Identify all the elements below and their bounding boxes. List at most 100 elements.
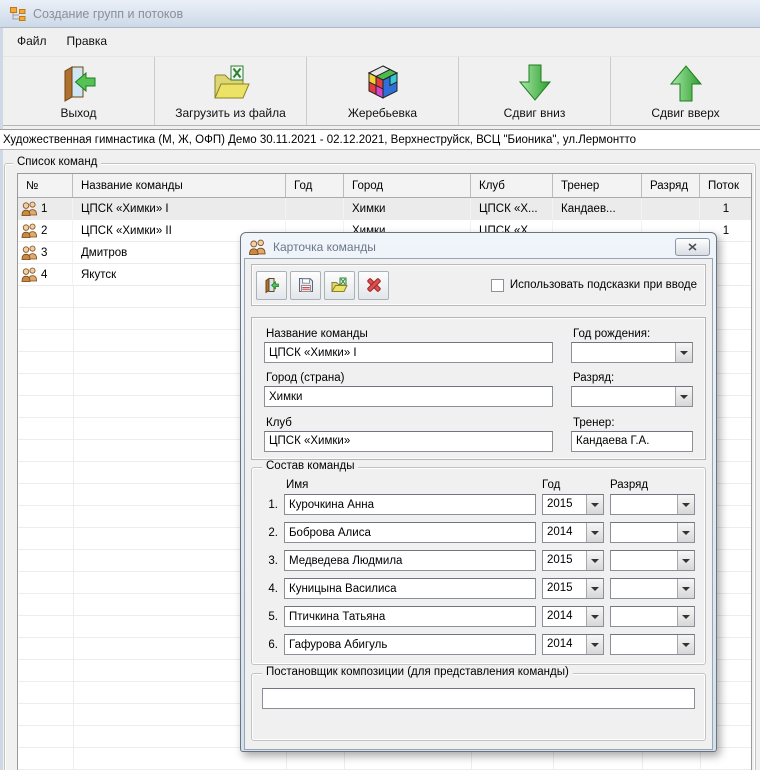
member-row: 2. 2014 [262, 521, 695, 544]
dropdown-button[interactable] [675, 387, 692, 406]
col-header-year[interactable]: Год [286, 174, 344, 197]
dialog-load-button[interactable] [324, 271, 355, 300]
window-titlebar: Создание групп и потоков [0, 0, 760, 28]
arrow-down-icon [517, 63, 553, 103]
dialog-close-button[interactable] [675, 238, 710, 256]
roster-year-header: Год [542, 479, 604, 491]
member-rank-select[interactable] [610, 606, 695, 627]
dialog-save-button[interactable] [290, 271, 321, 300]
teams-groupbox-label: Список команд [13, 156, 101, 168]
choreographer-field[interactable] [262, 688, 695, 709]
chevron-down-icon [682, 531, 690, 535]
load-from-file-button[interactable]: Загрузить из файла [155, 57, 307, 125]
member-rank-select[interactable] [610, 494, 695, 515]
col-header-num[interactable]: № [18, 174, 73, 197]
team-city: Химки [344, 198, 471, 219]
member-year-value: 2014 [543, 607, 586, 626]
dropdown-button[interactable] [677, 579, 694, 598]
dialog-body: Использовать подсказки при вводе Названи… [244, 258, 713, 750]
member-name-field[interactable] [284, 578, 536, 599]
club-label: Клуб [264, 415, 553, 431]
birth-year-select[interactable] [571, 342, 693, 363]
team-people-icon [21, 245, 38, 260]
col-header-coach[interactable]: Тренер [553, 174, 642, 197]
dropdown-button[interactable] [586, 551, 603, 570]
dialog-titlebar: Карточка команды [244, 236, 713, 258]
dropdown-button[interactable] [677, 607, 694, 626]
dropdown-button[interactable] [586, 495, 603, 514]
col-header-rank[interactable]: Разряд [642, 174, 700, 197]
dropdown-button[interactable] [677, 495, 694, 514]
member-year-select[interactable]: 2014 [542, 522, 604, 543]
member-rank-value [611, 495, 677, 514]
member-name-field[interactable] [284, 550, 536, 571]
city-label: Город (страна) [264, 370, 553, 386]
member-year-select[interactable]: 2015 [542, 494, 604, 515]
delete-x-icon [366, 277, 382, 293]
draw-lots-button[interactable]: Жеребьевка [307, 57, 459, 125]
col-header-flow[interactable]: Поток [700, 174, 753, 197]
team-row[interactable]: 1 ЦПСК «Химки» I Химки ЦПСК «Х... Кандае… [18, 198, 751, 220]
member-rank-select[interactable] [610, 578, 695, 599]
dialog-delete-button[interactable] [358, 271, 389, 300]
load-file-icon [211, 63, 251, 103]
member-row: 3. 2015 [262, 549, 695, 572]
shift-up-button[interactable]: Сдвиг вверх [611, 57, 760, 125]
city-field[interactable] [264, 386, 553, 407]
menu-edit[interactable]: Правка [57, 30, 118, 52]
member-name-field[interactable] [284, 522, 536, 543]
team-year [286, 198, 344, 219]
col-header-city[interactable]: Город [344, 174, 471, 197]
dropdown-button[interactable] [675, 343, 692, 362]
roster-name-header: Имя [284, 479, 536, 491]
member-year-value: 2015 [543, 551, 586, 570]
dropdown-button[interactable] [677, 551, 694, 570]
shift-down-button[interactable]: Сдвиг вниз [459, 57, 611, 125]
team-card-dialog: Карточка команды [240, 232, 717, 752]
dropdown-button[interactable] [586, 635, 603, 654]
club-field[interactable] [264, 431, 553, 452]
app-icon [9, 6, 26, 22]
dropdown-button[interactable] [677, 523, 694, 542]
roster-groupbox-label: Состав команды [262, 460, 358, 472]
hints-checkbox-label: Использовать подсказки при вводе [510, 279, 697, 291]
member-name-field[interactable] [284, 494, 536, 515]
coach-field[interactable] [571, 431, 693, 452]
dropdown-button[interactable] [586, 579, 603, 598]
member-year-select[interactable]: 2015 [542, 578, 604, 599]
shift-up-label: Сдвиг вверх [651, 106, 719, 120]
menu-file[interactable]: Файл [7, 30, 57, 52]
member-year-select[interactable]: 2015 [542, 550, 604, 571]
dialog-title: Карточка команды [273, 240, 376, 254]
member-name-field[interactable] [284, 606, 536, 627]
member-row: 1. 2015 [262, 493, 695, 516]
member-year-select[interactable]: 2014 [542, 606, 604, 627]
dropdown-button[interactable] [677, 635, 694, 654]
coach-label: Тренер: [571, 415, 693, 431]
dropdown-button[interactable] [586, 523, 603, 542]
member-number: 2. [262, 527, 278, 539]
main-toolbar: Выход Загрузить из файла [3, 56, 760, 126]
member-year-value: 2015 [543, 495, 586, 514]
load-file-icon [331, 277, 348, 293]
dialog-exit-button[interactable] [256, 271, 287, 300]
team-name-field[interactable] [264, 342, 553, 363]
col-header-club[interactable]: Клуб [471, 174, 553, 197]
team-name: ЦПСК «Химки» I [73, 198, 286, 219]
team-name-label: Название команды [264, 326, 553, 342]
member-rank-select[interactable] [610, 634, 695, 655]
rank-select[interactable] [571, 386, 693, 407]
member-name-field[interactable] [284, 634, 536, 655]
member-rank-select[interactable] [610, 522, 695, 543]
member-rank-select[interactable] [610, 550, 695, 571]
member-rank-value [611, 523, 677, 542]
chevron-down-icon [682, 559, 690, 563]
dropdown-button[interactable] [586, 607, 603, 626]
exit-button[interactable]: Выход [3, 57, 155, 125]
roster-groupbox: Состав команды Имя Год Разряд 1. 2015 [251, 467, 706, 665]
hints-checkbox[interactable] [491, 279, 504, 292]
col-header-name[interactable]: Название команды [73, 174, 286, 197]
member-year-select[interactable]: 2014 [542, 634, 604, 655]
app-window: Создание групп и потоков Файл Правка Вых… [0, 0, 760, 770]
team-num: 3 [41, 247, 47, 259]
